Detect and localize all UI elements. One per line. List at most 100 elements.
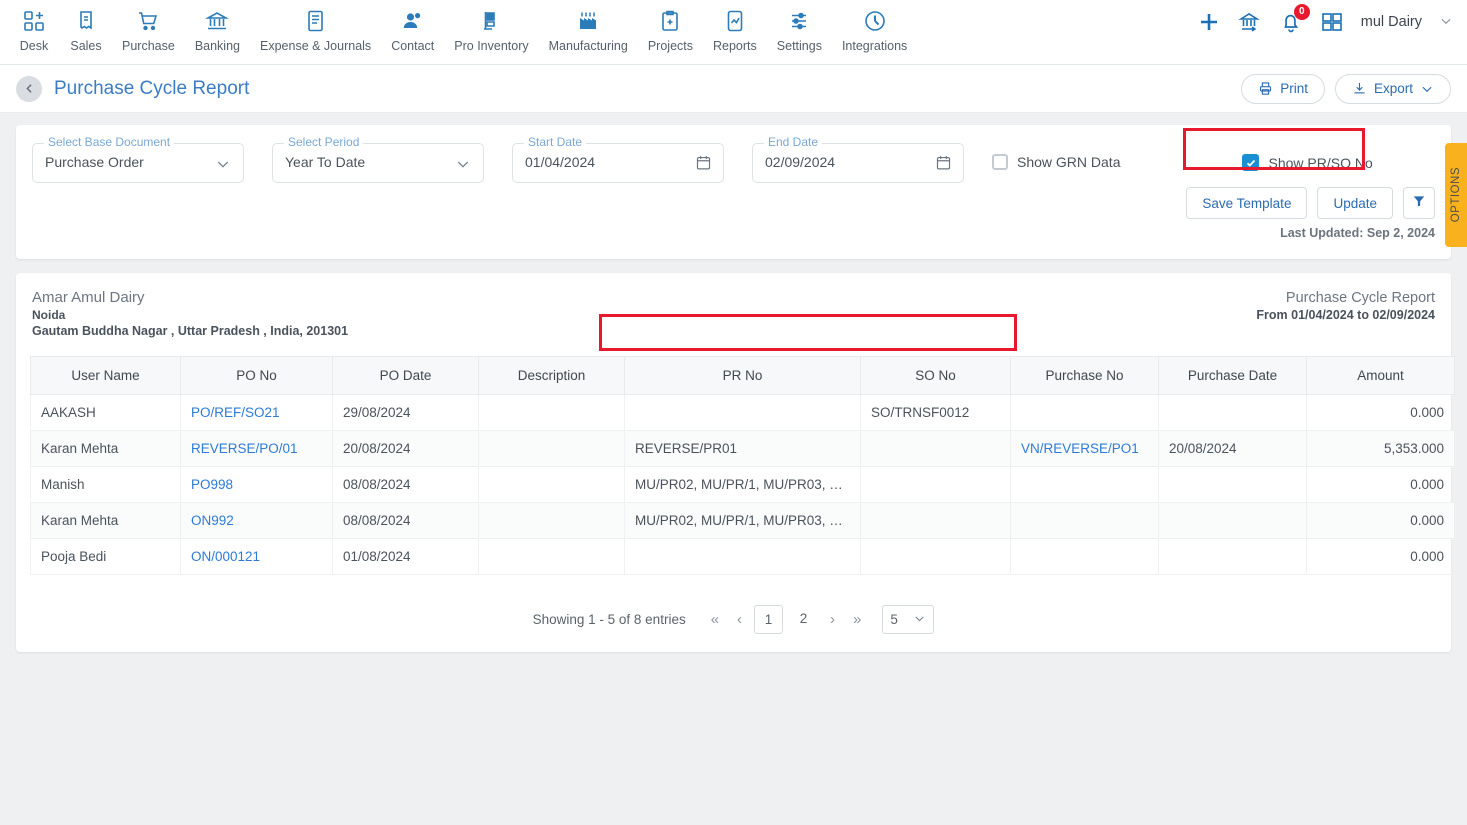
double-chevron-right-icon[interactable]: » [844, 611, 870, 628]
report-content-card: Amar Amul Dairy Noida Gautam Buddha Naga… [16, 273, 1455, 652]
back-button[interactable] [16, 75, 42, 102]
cell-po-no[interactable]: PO/REF/SO21 [180, 394, 333, 431]
nav-item-contact[interactable]: Contact [381, 0, 444, 53]
nav-item-projects[interactable]: Projects [638, 0, 703, 53]
manufacturing-icon [575, 8, 601, 34]
nav-item-integrations[interactable]: Integrations [832, 0, 917, 53]
start-date-input[interactable]: Start Date 01/04/2024 [512, 135, 724, 183]
column-header-po-date[interactable]: PO Date [332, 356, 479, 395]
cell-purchase-no[interactable] [1010, 394, 1159, 431]
column-header-user-name[interactable]: User Name [30, 356, 181, 395]
cell-purchase-no[interactable] [1010, 466, 1159, 503]
nav-right-actions: 0 mul Dairy [1197, 4, 1453, 34]
bank-transfer-icon[interactable] [1237, 10, 1262, 34]
sales-receipt-icon [73, 8, 99, 34]
filter-fields-row: Select Base Document Purchase Order Sele… [32, 135, 1435, 183]
company-info: Amar Amul Dairy Noida Gautam Buddha Naga… [32, 289, 348, 340]
page-title: Purchase Cycle Report [54, 77, 250, 99]
cell-purchase-no[interactable]: VN/REVERSE/PO1 [1010, 430, 1159, 467]
nav-item-settings[interactable]: Settings [767, 0, 832, 53]
nav-label: Pro Inventory [454, 39, 529, 53]
apps-grid-icon[interactable] [1320, 10, 1344, 34]
bell-icon[interactable]: 0 [1279, 4, 1310, 34]
table-row: Karan Mehta ON992 08/08/2024 MU/PR02, MU… [30, 502, 1455, 539]
settings-sliders-icon [786, 8, 812, 34]
show-prso-no-checkbox[interactable] [1242, 154, 1260, 171]
po-no-link[interactable]: REVERSE/PO/01 [191, 441, 298, 456]
cell-po-no[interactable]: ON/000121 [180, 538, 333, 575]
projects-clipboard-icon [657, 8, 683, 34]
chevron-left-icon[interactable]: ‹ [728, 611, 751, 628]
show-grn-data-checkbox-row[interactable]: Show GRN Data [992, 154, 1120, 170]
nav-item-banking[interactable]: Banking [185, 0, 250, 53]
cell-amount: 5,353.000 [1306, 430, 1455, 467]
page-size-select[interactable]: 5 [882, 605, 935, 634]
filter-funnel-button[interactable] [1403, 187, 1435, 219]
column-header-purchase-date[interactable]: Purchase Date [1158, 356, 1307, 395]
cell-user-name: Manish [30, 466, 181, 503]
save-template-button[interactable]: Save Template [1186, 187, 1308, 219]
select-base-document-dropdown[interactable]: Select Base Document Purchase Order [32, 135, 244, 183]
last-updated-text: Last Updated: Sep 2, 2024 [1280, 226, 1435, 240]
po-no-link[interactable]: PO998 [191, 477, 233, 492]
cell-po-no[interactable]: ON992 [180, 502, 333, 539]
calendar-icon[interactable] [695, 154, 712, 176]
purchase-no-link[interactable]: VN/REVERSE/PO1 [1021, 441, 1139, 456]
po-no-link[interactable]: PO/REF/SO21 [191, 405, 280, 420]
cell-so-no [860, 430, 1011, 467]
cell-purchase-no[interactable] [1010, 502, 1159, 539]
double-chevron-left-icon[interactable]: « [702, 611, 728, 628]
end-date-label: End Date [764, 135, 823, 149]
pagination-showing-text: Showing 1 - 5 of 8 entries [532, 612, 686, 627]
select-period-dropdown[interactable]: Select Period Year To Date [272, 135, 484, 183]
column-header-so-no[interactable]: SO No [860, 356, 1011, 395]
cell-amount: 0.000 [1306, 394, 1455, 431]
nav-label: Settings [776, 39, 822, 53]
update-button[interactable]: Update [1317, 187, 1393, 219]
reports-chart-icon [722, 8, 748, 34]
company-address: Gautam Buddha Nagar , Uttar Pradesh , In… [32, 324, 349, 338]
print-button[interactable]: Print [1241, 73, 1325, 104]
nav-item-desk[interactable]: Desk [8, 0, 60, 53]
page-number-2[interactable]: 2 [789, 605, 818, 634]
export-button[interactable]: Export [1334, 73, 1451, 104]
chevron-right-icon[interactable]: › [821, 611, 844, 628]
contact-people-icon [400, 8, 426, 34]
nav-item-reports[interactable]: Reports [703, 0, 767, 53]
nav-item-expense-journals[interactable]: Expense & Journals [250, 0, 381, 53]
nav-label: Purchase [122, 39, 175, 53]
top-navigation-bar: Desk Sales Purchase Banking Expense & Jo… [0, 0, 1467, 65]
base-document-value: Purchase Order [45, 154, 144, 170]
calendar-icon[interactable] [935, 154, 952, 176]
show-prso-no-checkbox-row[interactable]: Show PR/SO No [1242, 154, 1373, 171]
column-header-po-no[interactable]: PO No [180, 356, 333, 395]
cell-description [478, 538, 625, 575]
column-header-amount[interactable]: Amount [1306, 356, 1455, 395]
cell-po-no[interactable]: PO998 [180, 466, 333, 503]
nav-item-purchase[interactable]: Purchase [112, 0, 185, 53]
cell-purchase-date [1158, 538, 1307, 575]
po-no-link[interactable]: ON/000121 [191, 549, 260, 564]
plus-icon[interactable] [1197, 10, 1221, 34]
user-account-name[interactable]: mul Dairy [1361, 14, 1422, 30]
nav-item-manufacturing[interactable]: Manufacturing [539, 0, 638, 53]
cell-po-date: 08/08/2024 [332, 466, 479, 503]
show-grn-data-checkbox[interactable] [992, 154, 1008, 170]
column-header-pr-no[interactable]: PR No [624, 356, 861, 395]
nav-item-sales[interactable]: Sales [60, 0, 112, 53]
nav-label: Contact [391, 39, 435, 53]
column-header-description[interactable]: Description [478, 356, 625, 395]
nav-label: Projects [647, 39, 693, 53]
cell-purchase-no[interactable] [1010, 538, 1159, 575]
company-city: Noida [32, 308, 66, 322]
options-side-tab[interactable]: OPTIONS [1445, 143, 1467, 247]
page-number-1[interactable]: 1 [754, 605, 784, 634]
funnel-icon [1412, 194, 1426, 213]
column-header-purchase-no[interactable]: Purchase No [1010, 356, 1159, 395]
chevron-down-icon[interactable] [1439, 14, 1453, 31]
end-date-input[interactable]: End Date 02/09/2024 [752, 135, 964, 183]
po-no-link[interactable]: ON992 [191, 513, 234, 528]
cell-po-no[interactable]: REVERSE/PO/01 [180, 430, 333, 467]
nav-item-pro-inventory[interactable]: Pro Inventory [444, 0, 538, 53]
base-document-label: Select Base Document [44, 135, 175, 149]
